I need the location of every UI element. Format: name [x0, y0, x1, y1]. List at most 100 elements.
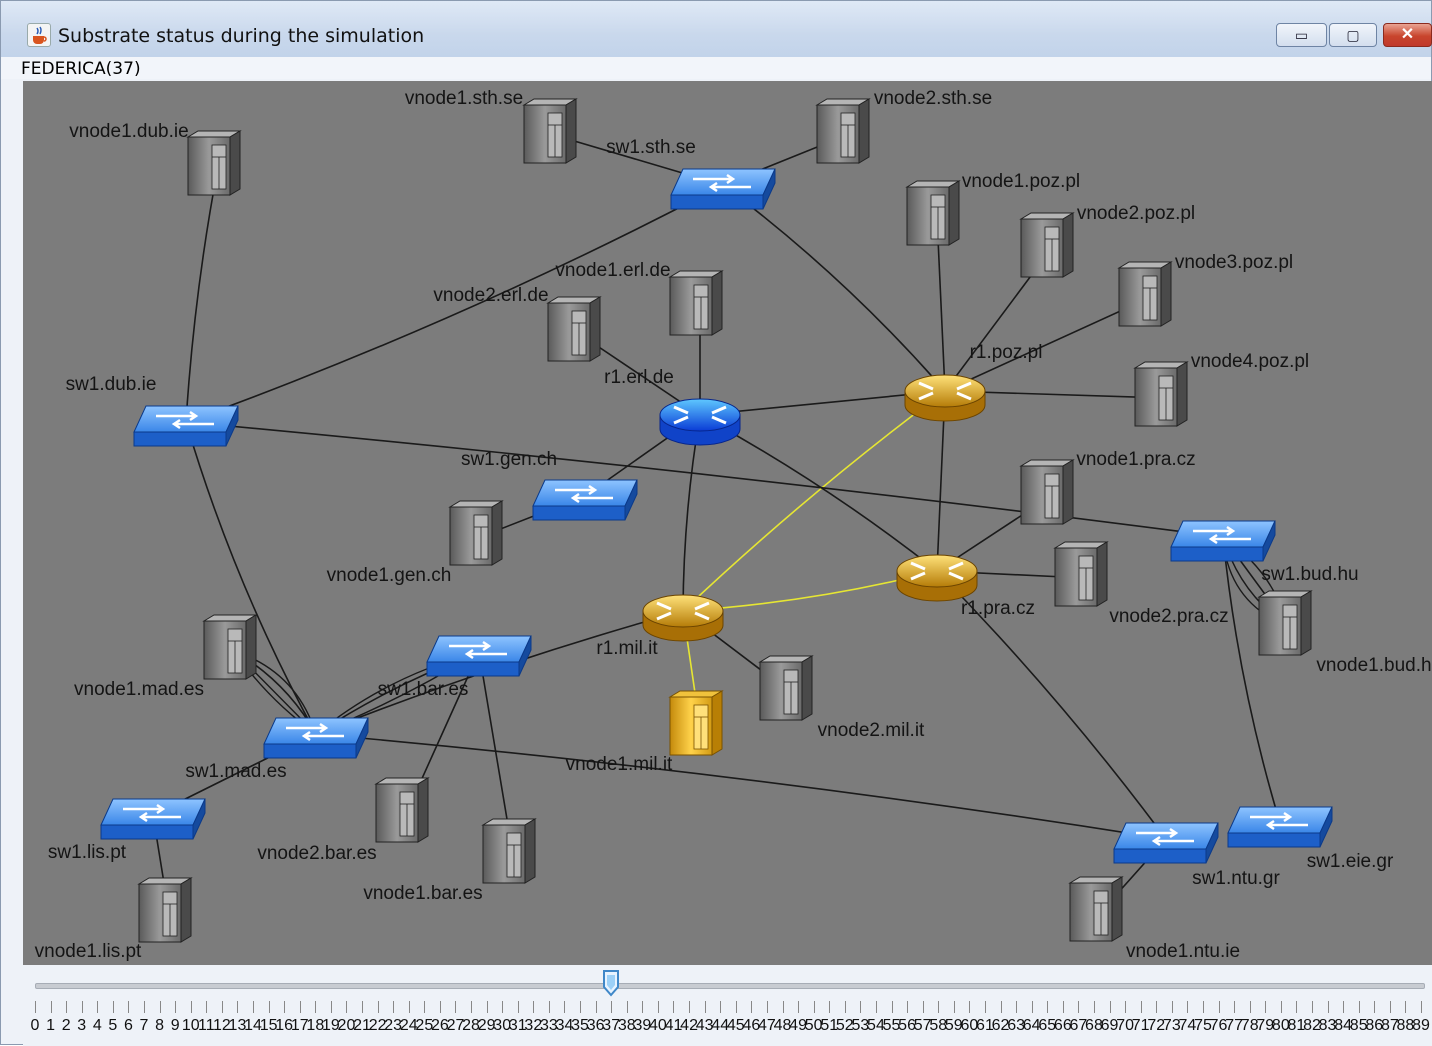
node-sw1.mad.es[interactable] — [263, 717, 369, 759]
slider-tick — [362, 1001, 364, 1013]
slider-tick — [1374, 1001, 1376, 1013]
menu-federica[interactable]: FEDERICA(37) — [21, 59, 141, 79]
node-vnode3.poz.pl[interactable] — [1117, 261, 1173, 327]
slider-tick — [330, 1001, 332, 1013]
slider-tick — [253, 1001, 255, 1013]
node-vnode1.poz.pl[interactable] — [905, 180, 961, 246]
slider-tick — [1031, 1001, 1033, 1013]
edge-r1.erl.de-r1.pra.cz — [699, 414, 938, 572]
node-vnode1.dub.ie[interactable] — [186, 130, 242, 196]
slider-tick-label: 3 — [77, 1017, 87, 1034]
node-vnode2.mil.it[interactable] — [758, 655, 814, 721]
maximize-button[interactable]: ▢ — [1329, 23, 1377, 47]
slider-tick — [237, 1001, 239, 1013]
node-r1.poz.pl[interactable] — [904, 374, 986, 422]
node-vnode1.bud.hu[interactable] — [1257, 590, 1313, 656]
node-vnode2.bar.es[interactable] — [374, 777, 430, 843]
slider-tick — [1125, 1001, 1127, 1013]
node-label-vnode2.mil.it: vnode2.mil.it — [818, 720, 925, 741]
node-layer[interactable] — [100, 98, 1333, 943]
node-label-vnode1.mad.es: vnode1.mad.es — [74, 679, 204, 700]
slider-tick — [953, 1001, 955, 1013]
node-r1.pra.cz[interactable] — [896, 554, 978, 602]
slider-tick — [517, 1001, 519, 1013]
node-label-r1.mil.it: r1.mil.it — [596, 638, 658, 659]
network-canvas[interactable]: vnode1.sth.se vnode2.sth.se sw1.sth.se vnod… — [23, 81, 1432, 965]
slider-tick — [875, 1001, 877, 1013]
slider-tick — [829, 1001, 831, 1013]
menu-bar — [1, 57, 1431, 79]
node-vnode1.mad.es[interactable] — [202, 614, 258, 680]
slider-tick — [1202, 1001, 1204, 1013]
slider-tick — [595, 1001, 597, 1013]
slider-tick — [66, 1001, 68, 1013]
node-vnode4.poz.pl[interactable] — [1133, 361, 1189, 427]
node-label-vnode1.ntu.ie: vnode1.ntu.ie — [1126, 941, 1240, 962]
node-vnode2.erl.de[interactable] — [546, 296, 602, 362]
slider-tick — [1343, 1001, 1345, 1013]
slider-tick — [486, 1001, 488, 1013]
node-vnode1.mil.it[interactable] — [668, 690, 724, 756]
slider-thumb[interactable] — [602, 969, 620, 997]
node-sw1.eie.gr[interactable] — [1227, 806, 1333, 848]
slider-track[interactable] — [35, 983, 1425, 989]
slider-tick — [642, 1001, 644, 1013]
node-sw1.ntu.gr[interactable] — [1113, 822, 1219, 864]
slider-tick-label: 10 — [181, 1017, 200, 1034]
node-label-vnode2.pra.cz: vnode2.pra.cz — [1109, 606, 1228, 627]
slider-tick — [1187, 1001, 1189, 1013]
node-sw1.dub.ie[interactable] — [133, 405, 239, 447]
node-sw1.lis.pt[interactable] — [100, 798, 206, 840]
node-vnode1.lis.pt[interactable] — [137, 877, 193, 943]
slider-tick — [502, 1001, 504, 1013]
slider-tick — [1296, 1001, 1298, 1013]
maximize-icon: ▢ — [1346, 27, 1360, 43]
minimize-button[interactable]: ▭ — [1276, 23, 1327, 47]
node-r1.erl.de[interactable] — [659, 398, 741, 446]
slider-tick-label: 5 — [108, 1017, 118, 1034]
node-sw1.bud.hu[interactable] — [1170, 520, 1276, 562]
node-sw1.sth.se[interactable] — [670, 168, 776, 210]
node-vnode1.pra.cz[interactable] — [1019, 459, 1075, 525]
node-vnode1.erl.de[interactable] — [668, 270, 724, 336]
slider-tick — [1047, 1001, 1049, 1013]
node-label-r1.pra.cz: r1.pra.cz — [961, 598, 1035, 619]
slider-tick — [1265, 1001, 1267, 1013]
node-vnode2.pra.cz[interactable] — [1053, 541, 1109, 607]
slider-tick — [844, 1001, 846, 1013]
slider-tick — [657, 1001, 659, 1013]
close-button[interactable]: ✕ — [1383, 23, 1432, 47]
slider-tick — [144, 1001, 145, 1013]
node-r1.mil.it[interactable] — [642, 594, 724, 642]
slider-tick — [190, 1001, 192, 1013]
slider-tick — [735, 1001, 737, 1013]
slider-tick-label: 0 — [30, 1017, 40, 1034]
slider-tick — [860, 1001, 862, 1013]
slider-tick — [393, 1001, 395, 1013]
node-vnode1.sth.se[interactable] — [522, 98, 578, 164]
slider-ticks — [23, 1001, 1432, 1015]
title-bar[interactable]: Substrate status during the simulation ▭… — [1, 1, 1432, 57]
slider-tick — [1016, 1001, 1018, 1013]
node-label-vnode1.erl.de: vnode1.erl.de — [555, 260, 670, 281]
node-vnode2.poz.pl[interactable] — [1019, 212, 1075, 278]
node-sw1.bar.es[interactable] — [426, 635, 532, 677]
node-sw1.gen.ch[interactable] — [532, 479, 638, 521]
slider-tick — [813, 1001, 815, 1013]
node-vnode2.sth.se[interactable] — [815, 98, 871, 164]
slider-tick — [1249, 1001, 1251, 1013]
node-label-vnode1.bud.hu: vnode1.bud.h — [1316, 655, 1431, 676]
slider-tick — [35, 1001, 36, 1013]
slider-tick — [455, 1001, 457, 1013]
substrate-graph[interactable]: vnode1.sth.se vnode2.sth.se sw1.sth.se vnod… — [23, 81, 1432, 965]
slider-tick — [1405, 1001, 1407, 1013]
timeline-slider[interactable]: 0 1 2 3 4 5 6 7 8 9 10 11 12 13 14 15 16 17 18 19 20 21 22 23 24… — [23, 965, 1432, 1046]
node-vnode1.gen.ch[interactable] — [448, 500, 504, 566]
node-label-vnode1.lis.pt: vnode1.lis.pt — [35, 941, 142, 962]
slider-tick — [564, 1001, 566, 1013]
node-label-vnode1.gen.ch: vnode1.gen.ch — [327, 565, 452, 586]
node-label-vnode4.poz.pl: vnode4.poz.pl — [1191, 351, 1309, 372]
node-vnode1.bar.es[interactable] — [481, 818, 537, 884]
node-vnode1.ntu.ie[interactable] — [1068, 876, 1124, 942]
window-title: Substrate status during the simulation — [58, 25, 425, 47]
